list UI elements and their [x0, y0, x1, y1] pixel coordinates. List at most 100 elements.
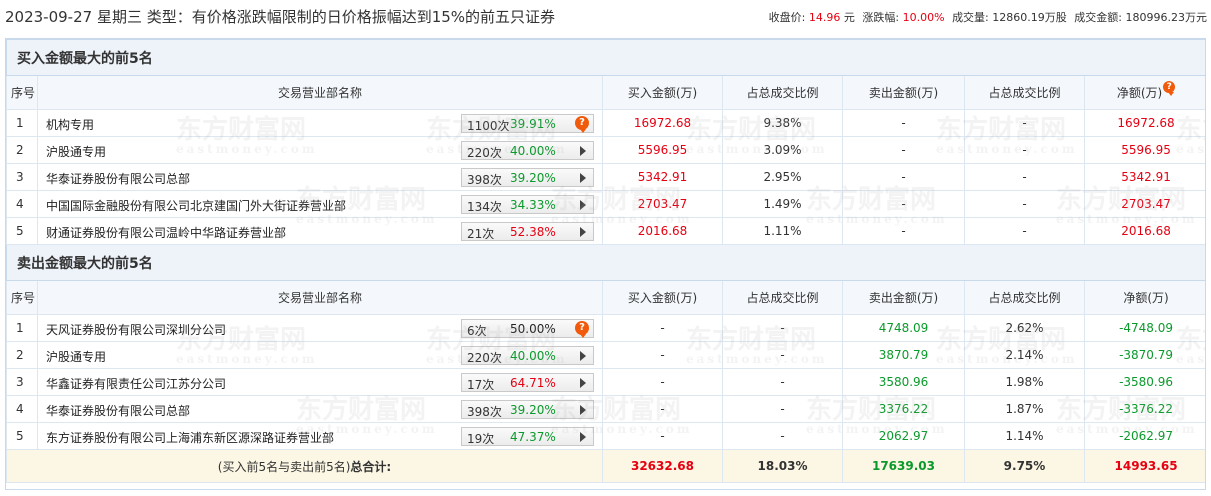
change-label: 涨跌幅:: [862, 11, 900, 24]
total-label-main: 总合计:: [350, 459, 392, 474]
turnover-value: 180996.23万元: [1125, 11, 1208, 24]
broker-name-link[interactable]: 华泰证券股份有限公司总部: [46, 170, 190, 187]
row-index: 2: [6, 341, 38, 369]
cell-buy: 16972.68: [602, 109, 723, 137]
row-index: 2: [6, 136, 38, 164]
broker-stats-tag[interactable]: 398次 39.20%: [461, 168, 594, 187]
broker-name-link[interactable]: 中国国际金融股份有限公司北京建国门外大街证券营业部: [46, 197, 346, 214]
broker-stats-tag[interactable]: 6次 50.00%?: [461, 319, 594, 338]
cell-buy-ratio: -: [722, 314, 843, 342]
cell-net: -3376.22: [1083, 395, 1205, 423]
listing-count: 398次: [467, 173, 502, 187]
top-bar: 2023-09-27 星期三 类型：有价格涨跌幅限制的日价格振幅达到15%的前五…: [0, 0, 1211, 36]
broker-name-link[interactable]: 沪股通专用: [46, 143, 106, 160]
success-rate: 40.00%: [510, 144, 556, 158]
cell-sell: 3376.22: [842, 395, 965, 423]
play-arrow-icon[interactable]: [575, 224, 589, 239]
broker-name-link[interactable]: 天风证券股份有限公司深圳分公司: [46, 321, 226, 338]
turnover-label: 成交金额:: [1074, 11, 1122, 24]
cell-buy: -: [602, 314, 723, 342]
listing-count: 17次: [467, 378, 495, 392]
broker-stats-tag[interactable]: 134次 34.33%: [461, 195, 594, 214]
cell-sell: -: [842, 217, 965, 245]
column-header-label: 交易营业部名称: [277, 291, 362, 305]
buy-section-header: 买入金额最大的前5名: [6, 39, 1205, 76]
broker-name-link[interactable]: 财通证券股份有限公司温岭中华路证券营业部: [46, 224, 286, 241]
cell-buy: -: [602, 341, 723, 369]
cell-net: 5342.91: [1083, 163, 1205, 191]
row-index: 1: [6, 314, 38, 342]
total-value: 17639.03: [871, 459, 935, 473]
broker-stats-tag[interactable]: 21次 52.38%: [461, 222, 594, 241]
column-header-buy-ratio: 占总成交比例: [722, 75, 843, 110]
question-bubble-icon[interactable]: ?: [575, 321, 589, 338]
row-index: 3: [6, 368, 38, 396]
column-header-label: 序号: [11, 86, 36, 100]
play-arrow-icon[interactable]: [575, 143, 589, 158]
broker-stats-tag[interactable]: 17次 64.71%: [461, 373, 594, 392]
cell-buy: -: [602, 422, 723, 450]
table-row: 1 天风证券股份有限公司深圳分公司 6次 50.00%? - -4748.09 2.62% -…: [6, 314, 1205, 342]
broker-stats-tag[interactable]: 398次 39.20%: [461, 400, 594, 419]
cell-net: 16972.68: [1083, 109, 1205, 137]
broker-stats-tag[interactable]: 220次 40.00%: [461, 346, 594, 365]
cell-net: 2016.68: [1083, 217, 1205, 245]
broker-name-link[interactable]: 沪股通专用: [46, 348, 106, 365]
broker-name-link[interactable]: 华鑫证券有限责任公司江苏分公司: [46, 375, 226, 392]
question-bubble-icon[interactable]: ?: [575, 116, 589, 133]
cell-sell: -: [842, 190, 965, 218]
listing-count: 134次: [467, 200, 502, 214]
broker-stats-tag[interactable]: 220次 40.00%: [461, 141, 594, 160]
cell-buy-ratio: -: [722, 395, 843, 423]
column-header-sell-ratio: 占总成交比例: [964, 280, 1085, 315]
cell-sell-ratio: 1.98%: [964, 368, 1085, 396]
cell-sell-ratio: -: [964, 109, 1085, 137]
row-index: 4: [6, 190, 38, 218]
broker-name-link[interactable]: 机构专用: [46, 116, 94, 133]
table-row: 2 沪股通专用 220次 40.00% - -3870.79 2.14% -3870.79: [6, 341, 1205, 369]
cell-sell-ratio: 2.14%: [964, 341, 1085, 369]
total-sell: 17639.03: [842, 449, 965, 483]
cell-buy: 5596.95: [602, 136, 723, 164]
broker-name-link[interactable]: 华泰证券股份有限公司总部: [46, 402, 190, 419]
play-arrow-icon[interactable]: [575, 348, 589, 363]
close-price-value: 14.96: [808, 11, 841, 24]
total-sell-ratio: 9.75%: [964, 449, 1085, 483]
table-row: 4 中国国际金融股份有限公司北京建国门外大街证券营业部 134次 34.33% 2703…: [6, 190, 1205, 218]
play-arrow-icon[interactable]: [575, 375, 589, 390]
column-header-label: 占总成交比例: [988, 291, 1061, 305]
question-bubble-icon[interactable]: ?: [1163, 81, 1176, 96]
table-row: 1 机构专用 1100次 39.91%? 16972.68 9.38% - -16972.68: [6, 109, 1205, 137]
play-arrow-icon[interactable]: [575, 402, 589, 417]
listing-count: 220次: [467, 146, 502, 160]
cell-buy-ratio: 9.38%: [722, 109, 843, 137]
column-header-sell: 卖出金额(万): [842, 75, 965, 110]
listing-count: 220次: [467, 351, 502, 365]
broker-name-link[interactable]: 东方证券股份有限公司上海浦东新区源深路证券营业部: [46, 429, 334, 446]
close-price-unit: 元: [843, 11, 855, 24]
column-header-label: 占总成交比例: [746, 291, 819, 305]
play-arrow-icon[interactable]: [575, 197, 589, 212]
total-value: 32632.68: [630, 459, 694, 473]
cell-net: -3870.79: [1083, 341, 1205, 369]
sell-section-header: 卖出金额最大的前5名: [6, 244, 1205, 281]
success-rate: 39.20%: [510, 171, 556, 185]
column-header-label: 买入金额(万): [627, 291, 698, 305]
total-label-prefix: (买入前5名与卖出前5名): [217, 459, 351, 474]
column-header-buy-ratio: 占总成交比例: [722, 280, 843, 315]
play-arrow-icon[interactable]: [575, 170, 589, 185]
listing-count: 6次: [467, 324, 487, 338]
column-header-row: 序号 交易营业部名称 买入金额(万) 占总成交比例 卖出金额(万) 占总成交比例 净额(万)…: [6, 75, 1205, 110]
column-header-idx: 序号: [6, 75, 38, 110]
change-value: 10.00%: [902, 11, 945, 24]
listing-count: 1100次: [467, 119, 510, 133]
table-body: 买入金额最大的前5名 序号 交易营业部名称 买入金额(万) 占总成交比例 卖出金额(万) 占…: [6, 39, 1205, 483]
success-rate: 34.33%: [510, 198, 556, 212]
broker-stats-tag[interactable]: 19次 47.37%: [461, 427, 594, 446]
table-row: 4 华泰证券股份有限公司总部 398次 39.20% - -3376.22 1.87% -33…: [6, 395, 1205, 423]
play-arrow-icon[interactable]: [575, 429, 589, 444]
column-header-name: 交易营业部名称: [37, 75, 603, 110]
cell-sell: 2062.97: [842, 422, 965, 450]
listing-count: 21次: [467, 227, 495, 241]
broker-stats-tag[interactable]: 1100次 39.91%?: [461, 114, 594, 133]
